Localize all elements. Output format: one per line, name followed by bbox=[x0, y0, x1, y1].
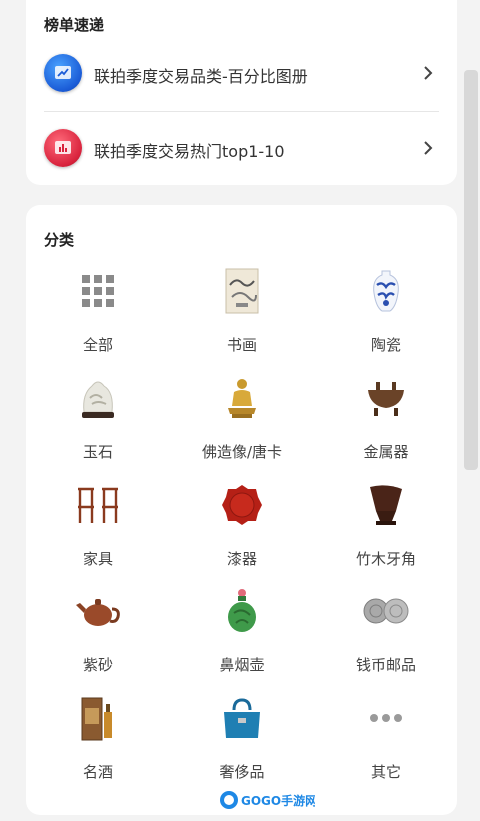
category-other[interactable]: 其它 bbox=[314, 694, 458, 794]
category-label: 鼻烟壶 bbox=[219, 656, 265, 674]
categories-title: 分类 bbox=[44, 231, 75, 249]
ranking-item-label: 联拍季度交易热门top1-10 bbox=[94, 142, 285, 161]
category-luxury[interactable]: 奢侈品 bbox=[170, 694, 314, 794]
category-label: 钱币邮品 bbox=[355, 656, 416, 674]
rankings-title: 榜单速递 bbox=[44, 16, 105, 34]
category-label: 其它 bbox=[370, 763, 401, 781]
category-label: 全部 bbox=[82, 336, 113, 354]
category-liquor[interactable]: 名酒 bbox=[26, 694, 170, 794]
porcelain-vase-icon bbox=[373, 270, 399, 312]
ranking-item-label: 联拍季度交易品类-百分比图册 bbox=[94, 67, 308, 86]
scrollbar[interactable] bbox=[464, 70, 478, 470]
category-label: 漆器 bbox=[226, 550, 257, 568]
category-metalware[interactable]: 金属器 bbox=[314, 374, 458, 474]
more-dots-icon bbox=[370, 714, 402, 722]
snuff-bottle-icon bbox=[228, 589, 256, 632]
buddha-statue-icon bbox=[228, 379, 256, 418]
category-jade[interactable]: 玉石 bbox=[26, 374, 170, 474]
category-label: 书画 bbox=[226, 336, 257, 354]
category-coins-stamps[interactable]: 钱币邮品 bbox=[314, 587, 458, 687]
carved-cup-icon bbox=[370, 485, 402, 525]
rankings-card: 榜单速递 联拍季度交易品类-百分比图册 联拍季度交易热门top1-10 bbox=[26, 0, 457, 185]
painting-icon bbox=[225, 268, 259, 314]
teapot-icon bbox=[76, 599, 120, 626]
category-label: 名酒 bbox=[82, 763, 113, 781]
coins-icon bbox=[363, 598, 409, 624]
watermark-logo: GOGO手游网 bbox=[220, 791, 315, 809]
category-zisha[interactable]: 紫砂 bbox=[26, 587, 170, 687]
svg-text:GOGO手游网: GOGO手游网 bbox=[241, 793, 315, 808]
category-label: 家具 bbox=[82, 550, 113, 568]
ranking-item-hot-top10[interactable]: 联拍季度交易热门top1-10 bbox=[26, 120, 457, 178]
category-furniture[interactable]: 家具 bbox=[26, 481, 170, 581]
category-snuff-bottle[interactable]: 鼻烟壶 bbox=[170, 587, 314, 687]
grid-icon bbox=[82, 275, 114, 307]
category-label: 紫砂 bbox=[82, 656, 113, 674]
chevron-right-icon bbox=[424, 66, 433, 80]
category-all[interactable]: 全部 bbox=[26, 267, 170, 367]
chairs-icon bbox=[78, 487, 118, 523]
categories-card: 分类 全部 书画 陶瓷 玉石 佛造像/唐卡 金属器 家具 漆器 竹木牙角 紫砂 … bbox=[26, 205, 457, 815]
ranking-item-category-percent[interactable]: 联拍季度交易品类-百分比图册 bbox=[26, 45, 457, 103]
category-label: 玉石 bbox=[82, 443, 113, 461]
category-painting[interactable]: 书画 bbox=[170, 267, 314, 367]
category-label: 陶瓷 bbox=[370, 336, 401, 354]
category-label: 佛造像/唐卡 bbox=[201, 443, 283, 461]
chevron-right-icon bbox=[424, 141, 433, 155]
liquor-bottle-icon bbox=[81, 697, 112, 741]
divider bbox=[44, 111, 439, 112]
category-label: 竹木牙角 bbox=[355, 550, 416, 568]
lacquer-plate-icon bbox=[222, 485, 262, 525]
category-ceramics[interactable]: 陶瓷 bbox=[314, 267, 458, 367]
category-bamboo-wood-ivory-horn[interactable]: 竹木牙角 bbox=[314, 481, 458, 581]
bronze-censer-icon bbox=[368, 382, 404, 416]
handbag-icon bbox=[224, 698, 260, 738]
category-lacquerware[interactable]: 漆器 bbox=[170, 481, 314, 581]
category-label: 奢侈品 bbox=[219, 763, 265, 781]
jade-carving-icon bbox=[82, 381, 114, 418]
category-buddha-thangka[interactable]: 佛造像/唐卡 bbox=[170, 374, 314, 474]
category-label: 金属器 bbox=[363, 443, 409, 461]
pie-chart-icon bbox=[44, 54, 82, 92]
bar-chart-icon bbox=[44, 129, 82, 167]
